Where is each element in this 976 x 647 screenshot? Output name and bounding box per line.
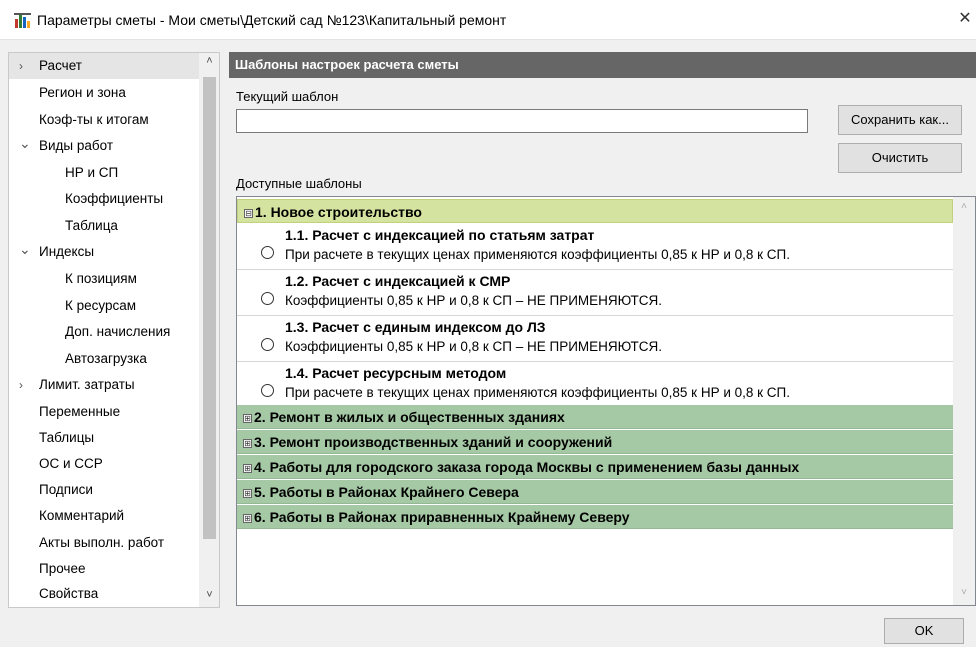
title-bar: Параметры сметы - Мои сметы\Детский сад … [0, 0, 976, 40]
sidebar-item-properties[interactable]: Свойства [39, 581, 98, 607]
tree-group-equiv-far-north[interactable]: ⊞ 6. Работы в Районах приравненных Крайне… [237, 505, 953, 529]
sidebar-item-to-positions[interactable]: К позициям [65, 266, 137, 292]
sidebar-scrollbar[interactable]: ˄ ˅ [199, 53, 219, 607]
radio-button[interactable] [261, 338, 274, 351]
chevron-down-icon: ⌄ [19, 241, 31, 257]
sidebar-item-label: Лимит. затраты [39, 377, 135, 392]
expand-icon[interactable]: ⊞ [243, 414, 252, 423]
chevron-down-icon: ⌄ [19, 135, 31, 151]
template-option-desc: При расчете в текущих ценах применяются … [285, 247, 790, 262]
sidebar-item-table[interactable]: Таблица [65, 213, 118, 239]
sidebar-item-label: Виды работ [39, 138, 114, 153]
sidebar-item-label: Расчет [39, 58, 82, 73]
sidebar-item-region[interactable]: Регион и зона [39, 80, 126, 106]
tree-group-new-construction[interactable]: ⊟ 1. Новое строительство [237, 199, 953, 223]
sidebar-item-limit-costs[interactable]: › Лимит. затраты [9, 372, 199, 398]
tree-group-label: 3. Ремонт производственных зданий и соор… [254, 434, 613, 450]
close-icon[interactable]: ✕ [954, 4, 976, 34]
template-option-desc: Коэффициенты 0,85 к НР и 0,8 к СП – НЕ П… [285, 293, 663, 308]
collapse-icon[interactable]: ⊟ [244, 209, 253, 218]
template-option[interactable]: 1.4. Расчет ресурсным методом При расчет… [237, 362, 953, 408]
template-option-desc: Коэффициенты 0,85 к НР и 0,8 к СП – НЕ П… [285, 339, 663, 354]
sidebar-item-os-ssr[interactable]: ОС и ССР [39, 451, 103, 477]
chevron-right-icon: › [19, 59, 23, 73]
sidebar-item-label: Индексы [39, 244, 95, 259]
sidebar-item-acts[interactable]: Акты выполн. работ [39, 530, 164, 556]
sidebar-item-comment[interactable]: Комментарий [39, 503, 124, 529]
footer-bar [0, 612, 976, 647]
template-option-title: 1.3. Расчет с единым индексом до ЛЗ [285, 319, 546, 335]
template-option-title: 1.4. Расчет ресурсным методом [285, 365, 507, 381]
expand-icon[interactable]: ⊞ [243, 489, 252, 498]
sidebar-item-to-resources[interactable]: К ресурсам [65, 293, 136, 319]
template-option-desc: При расчете в текущих ценах применяются … [285, 385, 790, 400]
tree-group-label: 6. Работы в Районах приравненных Крайнем… [254, 509, 630, 525]
sidebar-item-work-types[interactable]: ⌄ Виды работ [9, 133, 199, 159]
tree-group-label: 2. Ремонт в жилых и общественных зданиях [254, 409, 565, 425]
sidebar-item-coefficients[interactable]: Коэффициенты [65, 186, 163, 212]
tree-group-residential-repair[interactable]: ⊞ 2. Ремонт в жилых и общественных здания… [237, 405, 953, 429]
scroll-up-icon[interactable]: ˄ [199, 55, 219, 67]
radio-button[interactable] [261, 292, 274, 305]
window-title: Параметры сметы - Мои сметы\Детский сад … [37, 12, 507, 28]
current-template-input[interactable] [236, 109, 808, 133]
templates-tree: ⊟ 1. Новое строительство 1.1. Расчет с ин… [236, 196, 976, 606]
sidebar-item-tables[interactable]: Таблицы [39, 425, 94, 451]
tree-scrollbar[interactable]: ˄ ˅ [953, 197, 975, 605]
chevron-right-icon: › [19, 378, 23, 392]
template-option[interactable]: 1.2. Расчет с индексацией к СМР Коэффици… [237, 270, 953, 316]
ok-button[interactable]: OK [884, 618, 964, 644]
tree-group-moscow-order[interactable]: ⊞ 4. Работы для городского заказа города … [237, 455, 953, 479]
scroll-up-icon[interactable]: ˄ [953, 201, 975, 212]
sidebar-item-extra-charges[interactable]: Доп. начисления [65, 319, 170, 345]
panel-header: Шаблоны настроек расчета сметы [229, 52, 976, 78]
current-template-label: Текущий шаблон [236, 89, 339, 104]
radio-button[interactable] [261, 384, 274, 397]
app-icon [14, 13, 31, 28]
tree-group-far-north[interactable]: ⊞ 5. Работы в Районах Крайнего Севера [237, 480, 953, 504]
clear-button[interactable]: Очистить [838, 143, 962, 173]
tree-group-label: 4. Работы для городского заказа города М… [254, 459, 800, 475]
sidebar-item-signatures[interactable]: Подписи [39, 477, 93, 503]
radio-button[interactable] [261, 246, 274, 259]
sidebar-nav: › Расчет Регион и зона Коэф-ты к итогам … [8, 52, 220, 608]
sidebar-item-variables[interactable]: Переменные [39, 399, 120, 425]
scroll-down-icon[interactable]: ˅ [199, 589, 219, 601]
template-option-title: 1.1. Расчет с индексацией по статьям зат… [285, 227, 595, 243]
sidebar-item-indexes[interactable]: ⌄ Индексы [9, 239, 199, 265]
expand-icon[interactable]: ⊞ [243, 464, 252, 473]
tree-group-label: 5. Работы в Районах Крайнего Севера [254, 484, 519, 500]
template-option[interactable]: 1.1. Расчет с индексацией по статьям зат… [237, 224, 953, 270]
sidebar-item-raschet[interactable]: › Расчет [9, 53, 199, 79]
template-option-title: 1.2. Расчет с индексацией к СМР [285, 273, 511, 289]
sidebar-item-autoload[interactable]: Автозагрузка [65, 346, 147, 372]
tree-group-label: 1. Новое строительство [255, 204, 422, 220]
expand-icon[interactable]: ⊞ [243, 514, 252, 523]
save-as-button[interactable]: Сохранить как... [838, 105, 962, 135]
template-option[interactable]: 1.3. Расчет с единым индексом до ЛЗ Коэф… [237, 316, 953, 362]
sidebar-item-other[interactable]: Прочее [39, 556, 85, 582]
expand-icon[interactable]: ⊞ [243, 439, 252, 448]
available-templates-label: Доступные шаблоны [236, 176, 362, 191]
sidebar-item-nr-sp[interactable]: НР и СП [65, 160, 118, 186]
sidebar-item-coef-totals[interactable]: Коэф-ты к итогам [39, 107, 149, 133]
scroll-thumb[interactable] [203, 77, 216, 539]
tree-group-industrial-repair[interactable]: ⊞ 3. Ремонт производственных зданий и соо… [237, 430, 953, 454]
scroll-down-icon[interactable]: ˅ [953, 587, 975, 598]
